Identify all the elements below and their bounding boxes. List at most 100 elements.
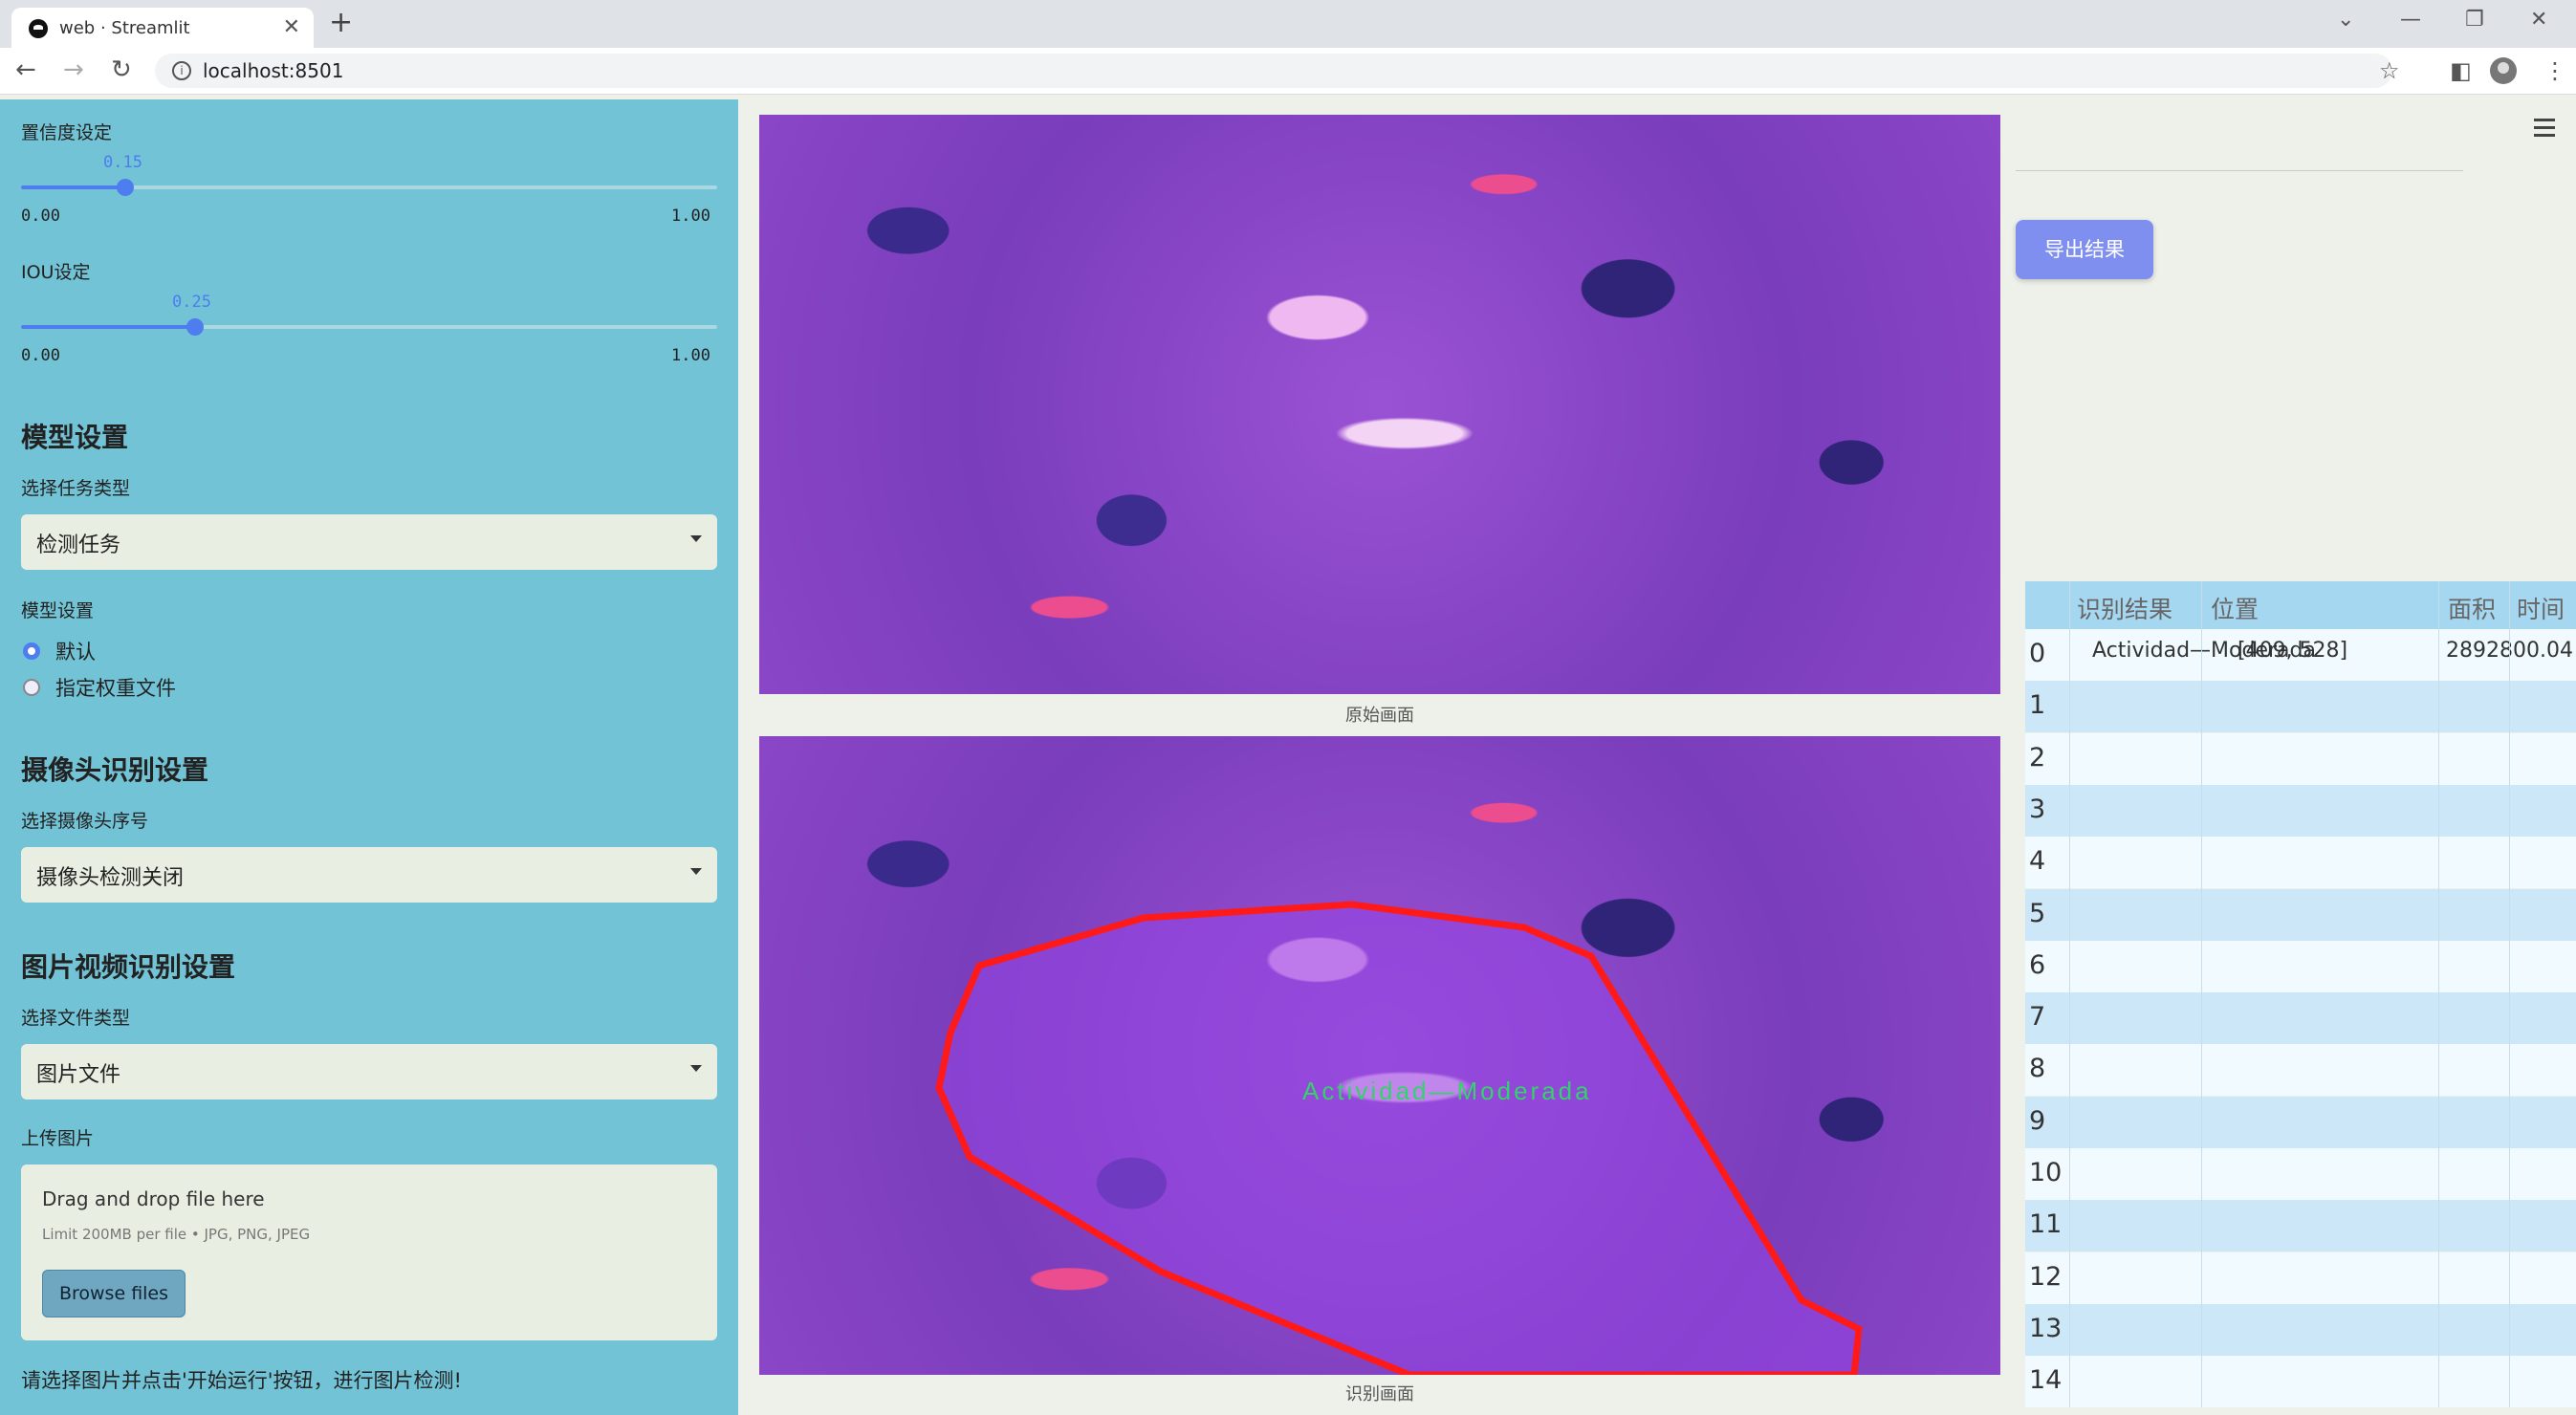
- model-weights-radio[interactable]: [23, 679, 40, 696]
- browser-tab-strip: web · Streamlit ✕ + ⌄ — ❐ ✕: [0, 0, 2576, 48]
- iou-slider-fill: [21, 325, 195, 329]
- detection-overlay: Actividad—Moderada: [935, 901, 1863, 1375]
- iou-slider[interactable]: [21, 318, 717, 336]
- task-type-value: 检测任务: [36, 533, 121, 557]
- tab-search-icon[interactable]: ⌄: [2337, 8, 2354, 32]
- iou-label: IOU设定: [21, 262, 91, 283]
- table-row[interactable]: 11: [2025, 1200, 2576, 1252]
- export-results-button[interactable]: 导出结果: [2016, 220, 2153, 279]
- browser-menu-icon[interactable]: ⋮: [2543, 57, 2566, 84]
- table-row[interactable]: 5: [2025, 888, 2576, 941]
- browse-files-button[interactable]: Browse files: [42, 1270, 186, 1317]
- url-text[interactable]: localhost:8501: [203, 59, 343, 82]
- file-type-select[interactable]: 图片文件: [21, 1044, 717, 1099]
- confidence-slider-thumb[interactable]: [117, 179, 135, 196]
- col-header-time[interactable]: 时间: [2517, 591, 2565, 625]
- row-index: 12: [2029, 1261, 2063, 1292]
- row-index: 7: [2029, 1002, 2046, 1033]
- table-row[interactable]: 2: [2025, 732, 2576, 785]
- browser-tab[interactable]: web · Streamlit ✕: [11, 8, 314, 48]
- tissue-image: [759, 115, 2000, 694]
- browser-toolbar: ← → ↻ i localhost:8501 ☆ ◧ ⋮: [0, 48, 2576, 95]
- row-index: 14: [2029, 1365, 2063, 1396]
- row-index: 2: [2029, 742, 2046, 773]
- camera-value: 摄像头检测关闭: [36, 866, 185, 890]
- row-index: 13: [2029, 1313, 2063, 1343]
- site-info-icon[interactable]: i: [172, 61, 191, 80]
- confidence-value: 0.15: [103, 153, 142, 172]
- result-image: Actividad—Moderada: [759, 736, 2000, 1375]
- bookmark-star-icon[interactable]: ☆: [2379, 57, 2400, 84]
- iou-max: 1.00: [671, 346, 710, 365]
- table-row[interactable]: 0 Actividad—Moderada [409, 528] 2892800.04: [2025, 629, 2576, 681]
- row-index: 8: [2029, 1054, 2046, 1084]
- chevron-down-icon: [690, 1065, 702, 1072]
- upload-limit: Limit 200MB per file • JPG, PNG, JPEG: [42, 1226, 311, 1243]
- reload-button[interactable]: ↻: [111, 55, 132, 84]
- profile-avatar[interactable]: [2490, 57, 2517, 84]
- table-row[interactable]: 13: [2025, 1303, 2576, 1356]
- table-row[interactable]: 9: [2025, 1096, 2576, 1148]
- confidence-min: 0.00: [21, 207, 60, 226]
- minimize-button[interactable]: —: [2400, 8, 2421, 32]
- tab-title: web · Streamlit: [59, 18, 190, 38]
- file-type-value: 图片文件: [36, 1063, 121, 1087]
- column-separator: [2201, 581, 2202, 1407]
- model-weights-label[interactable]: 指定权重文件: [55, 673, 176, 702]
- table-row[interactable]: 8: [2025, 1044, 2576, 1097]
- sidebar-hint: 请选择图片并点击'开始运行'按钮，进行图片检测!: [21, 1369, 462, 1392]
- divider: [2016, 170, 2463, 171]
- model-settings-label: 模型设置: [21, 600, 95, 621]
- table-row[interactable]: 4: [2025, 837, 2576, 889]
- table-row[interactable]: 10: [2025, 1148, 2576, 1200]
- confidence-slider-fill: [21, 185, 126, 189]
- table-row[interactable]: 3: [2025, 784, 2576, 837]
- side-panel-icon[interactable]: ◧: [2450, 57, 2472, 84]
- sidebar: 置信度设定 0.15 0.00 1.00 IOU设定 0.25 0.00 1.0…: [0, 99, 738, 1415]
- detection-polygon: [935, 901, 1863, 1375]
- col-header-result[interactable]: 识别结果: [2077, 591, 2172, 625]
- confidence-max: 1.00: [671, 207, 710, 226]
- table-header: 识别结果 位置 面积 时间: [2025, 581, 2576, 629]
- camera-heading: 摄像头识别设置: [21, 754, 209, 786]
- close-window-button[interactable]: ✕: [2530, 8, 2547, 32]
- table-row[interactable]: 1: [2025, 681, 2576, 733]
- iou-min: 0.00: [21, 346, 60, 365]
- upload-label: 上传图片: [21, 1128, 95, 1149]
- task-type-label: 选择任务类型: [21, 478, 131, 499]
- new-tab-button[interactable]: +: [329, 6, 353, 39]
- column-separator: [2438, 581, 2439, 1407]
- table-row[interactable]: 6: [2025, 940, 2576, 992]
- col-header-area[interactable]: 面积: [2448, 591, 2496, 625]
- row-index: 5: [2029, 898, 2046, 928]
- table-row[interactable]: 14: [2025, 1356, 2576, 1408]
- detection-label: Actividad—Moderada: [1302, 1077, 1592, 1105]
- row-index: 0: [2029, 639, 2046, 668]
- close-tab-icon[interactable]: ✕: [283, 15, 300, 39]
- back-button[interactable]: ←: [15, 55, 36, 84]
- model-default-label[interactable]: 默认: [55, 637, 96, 665]
- row-index: 1: [2029, 690, 2046, 721]
- confidence-slider[interactable]: [21, 179, 717, 196]
- col-header-position[interactable]: 位置: [2211, 591, 2259, 625]
- task-type-select[interactable]: 检测任务: [21, 514, 717, 570]
- camera-select[interactable]: 摄像头检测关闭: [21, 847, 717, 903]
- file-uploader-dropzone[interactable]: Drag and drop file here Limit 200MB per …: [21, 1165, 717, 1340]
- upload-title: Drag and drop file here: [42, 1187, 265, 1210]
- hamburger-menu-icon[interactable]: [2534, 119, 2555, 142]
- model-heading: 模型设置: [21, 422, 129, 453]
- model-default-radio[interactable]: [23, 642, 40, 660]
- file-type-label: 选择文件类型: [21, 1008, 131, 1029]
- media-heading: 图片视频识别设置: [21, 951, 236, 983]
- chevron-down-icon: [690, 868, 702, 875]
- restore-button[interactable]: ❐: [2465, 8, 2484, 32]
- row-index: 9: [2029, 1105, 2046, 1136]
- forward-button[interactable]: →: [63, 55, 84, 84]
- iou-slider-thumb[interactable]: [186, 318, 204, 336]
- address-bar[interactable]: i localhost:8501 ☆: [155, 54, 2400, 88]
- table-row[interactable]: 12: [2025, 1252, 2576, 1304]
- row-index: 11: [2029, 1209, 2063, 1240]
- original-caption: 原始画面: [1345, 706, 1414, 726]
- table-row[interactable]: 7: [2025, 992, 2576, 1045]
- row-index: 4: [2029, 846, 2046, 877]
